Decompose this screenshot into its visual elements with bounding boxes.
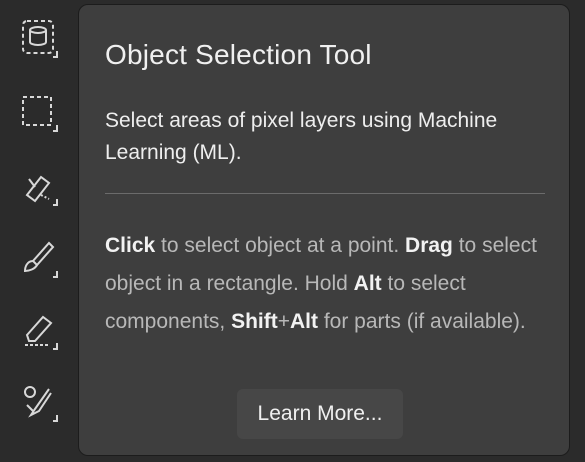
- instruction-text: for parts (if available).: [318, 310, 526, 333]
- tooltip-description: Select areas of pixel layers using Machi…: [105, 109, 498, 164]
- object-selection-tool[interactable]: [14, 14, 64, 64]
- eraser-icon: [25, 315, 58, 350]
- tool-tooltip: Object Selection Tool Select areas of pi…: [78, 4, 570, 456]
- object-selection-icon: [22, 20, 58, 58]
- toolbar: [0, 0, 80, 462]
- instruction-keyword-click: Click: [105, 234, 156, 257]
- instruction-keyword-shift: Shift: [231, 310, 278, 333]
- tooltip-instructions: Click to select object at a point. Drag …: [105, 227, 545, 341]
- marquee-icon: [22, 96, 58, 132]
- brush-icon: [23, 241, 58, 278]
- instruction-text: to select object at a point.: [155, 234, 406, 257]
- instruction-keyword-alt: Alt: [290, 310, 318, 333]
- tooltip-title: Object Selection Tool: [105, 39, 372, 70]
- clone-stamp-tool[interactable]: [14, 378, 64, 428]
- brush-tool[interactable]: [14, 234, 64, 284]
- eraser-tool[interactable]: [14, 306, 64, 356]
- rectangular-marquee-tool[interactable]: [14, 88, 64, 138]
- instruction-keyword-alt: Alt: [353, 272, 382, 295]
- instruction-plus: +: [277, 310, 290, 333]
- tooltip-divider: [105, 193, 545, 194]
- clone-stamp-icon: [24, 386, 58, 422]
- instruction-keyword-drag: Drag: [405, 234, 453, 257]
- learn-more-button[interactable]: Learn More...: [237, 389, 403, 439]
- remove-tool-icon: [25, 175, 58, 206]
- remove-tool[interactable]: [14, 162, 64, 212]
